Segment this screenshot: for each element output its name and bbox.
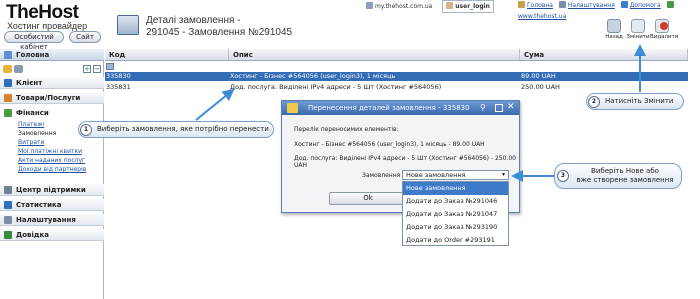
callout-number-3: 3 [557,170,569,182]
callout-1: Виберіть замовлення, яке потрібно перене… [78,121,274,138]
callout-2: Натисніть Змінити [586,93,684,110]
annotation-arrows [195,44,646,182]
callout-number-1: 1 [80,124,92,136]
callout-number-2: 2 [588,96,600,108]
callout-3: Виберіть Нове або вже створене замовленн… [554,163,682,189]
arrow-1 [195,88,235,121]
